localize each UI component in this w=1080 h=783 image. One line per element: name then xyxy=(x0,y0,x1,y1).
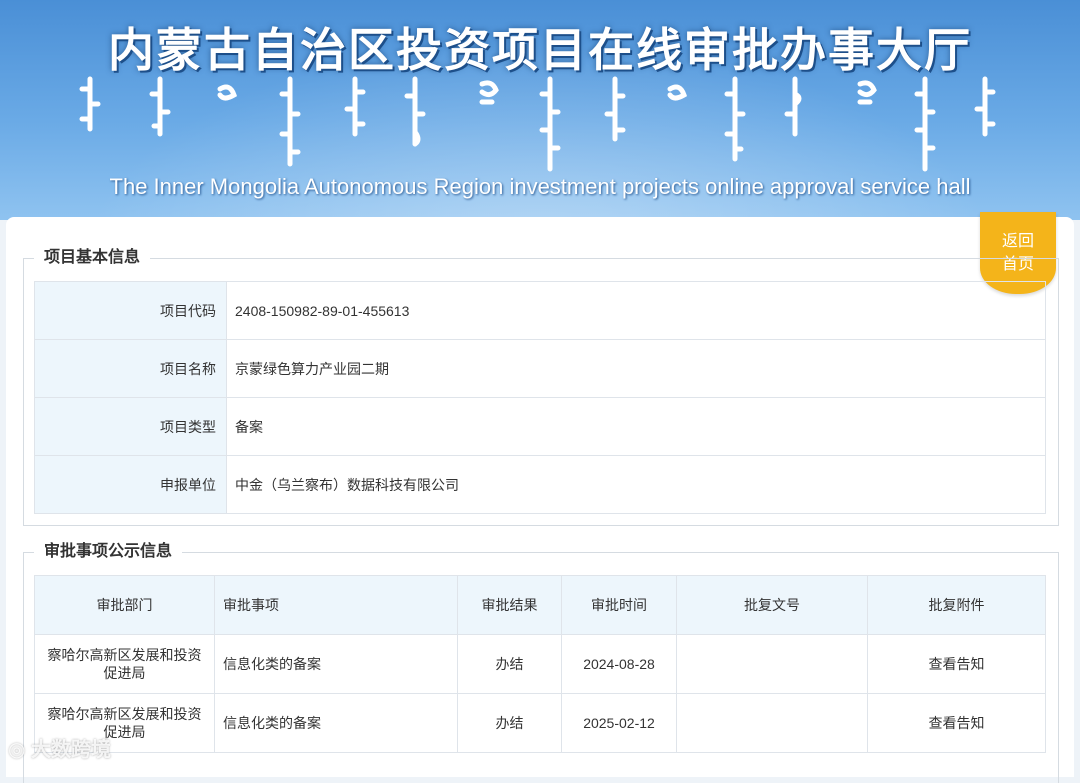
project-name-value: 京蒙绿色算力产业园二期 xyxy=(226,339,1046,398)
info-row-applicant: 申报单位 中金（乌兰察布）数据科技有限公司 xyxy=(34,455,1046,514)
row-doc-no xyxy=(676,634,868,694)
info-row-project-code: 项目代码 2408-150982-89-01-455613 xyxy=(34,281,1046,340)
return-home-label-line1: 返回 xyxy=(1001,233,1034,250)
watermark-logo-icon: ◎ xyxy=(8,739,32,761)
info-row-project-type: 项目类型 备案 xyxy=(34,397,1046,456)
approval-table: 审批部门 审批事项 审批结果 审批时间 批复文号 批复附件 察哈尔高新区发展和投… xyxy=(34,575,1046,753)
basic-info-section: 项目基本信息 项目代码 2408-150982-89-01-455613 项目名… xyxy=(23,247,1059,526)
approval-section: 审批事项公示信息 审批部门 审批事项 审批结果 审批时间 批复文号 批复附件 察… xyxy=(23,541,1059,783)
row-doc-no xyxy=(676,693,868,753)
row-date: 2024-08-28 xyxy=(561,634,677,694)
row-result: 办结 xyxy=(457,693,562,753)
mongolian-script-image xyxy=(79,76,996,172)
view-notice-link[interactable]: 查看告知 xyxy=(867,634,1046,694)
row-item: 信息化类的备案 xyxy=(214,693,458,753)
table-row: 察哈尔高新区发展和投资促进局 信息化类的备案 办结 2024-08-28 查看告… xyxy=(34,634,1046,694)
header-dept: 审批部门 xyxy=(34,575,215,635)
basic-info-table: 项目代码 2408-150982-89-01-455613 项目名称 京蒙绿色算… xyxy=(34,281,1046,514)
header-item: 审批事项 xyxy=(214,575,458,635)
row-item: 信息化类的备案 xyxy=(214,634,458,694)
watermark-text: 大数跨境 xyxy=(31,739,112,761)
header-result: 审批结果 xyxy=(457,575,562,635)
project-code-value: 2408-150982-89-01-455613 xyxy=(226,281,1046,340)
banner-title: 内蒙古自治区投资项目在线审批办事大厅 xyxy=(108,23,972,77)
view-notice-link[interactable]: 查看告知 xyxy=(867,693,1046,753)
applicant-label: 申报单位 xyxy=(34,455,227,514)
row-date: 2025-02-12 xyxy=(561,693,677,753)
project-name-label: 项目名称 xyxy=(34,339,227,398)
header-attachment: 批复附件 xyxy=(867,575,1046,635)
info-row-project-name: 项目名称 京蒙绿色算力产业园二期 xyxy=(34,339,1046,398)
project-code-label: 项目代码 xyxy=(34,281,227,340)
basic-info-title: 项目基本信息 xyxy=(34,247,151,269)
watermark: ◎ 大数跨境 xyxy=(8,733,111,762)
header-banner: 内蒙古自治区投资项目在线审批办事大厅 The Inner Mongolia Au… xyxy=(0,0,1080,220)
row-result: 办结 xyxy=(457,634,562,694)
header-date: 审批时间 xyxy=(561,575,677,635)
table-row: 察哈尔高新区发展和投资促进局 信息化类的备案 办结 2025-02-12 查看告… xyxy=(34,693,1046,753)
project-type-value: 备案 xyxy=(226,397,1046,456)
row-dept: 察哈尔高新区发展和投资促进局 xyxy=(34,634,215,694)
project-type-label: 项目类型 xyxy=(34,397,227,456)
applicant-value: 中金（乌兰察布）数据科技有限公司 xyxy=(226,455,1046,514)
header-doc-no: 批复文号 xyxy=(676,575,868,635)
approval-title: 审批事项公示信息 xyxy=(34,541,183,563)
banner-subtitle: The Inner Mongolia Autonomous Region inv… xyxy=(109,174,971,199)
approval-header-row: 审批部门 审批事项 审批结果 审批时间 批复文号 批复附件 xyxy=(34,575,1046,635)
